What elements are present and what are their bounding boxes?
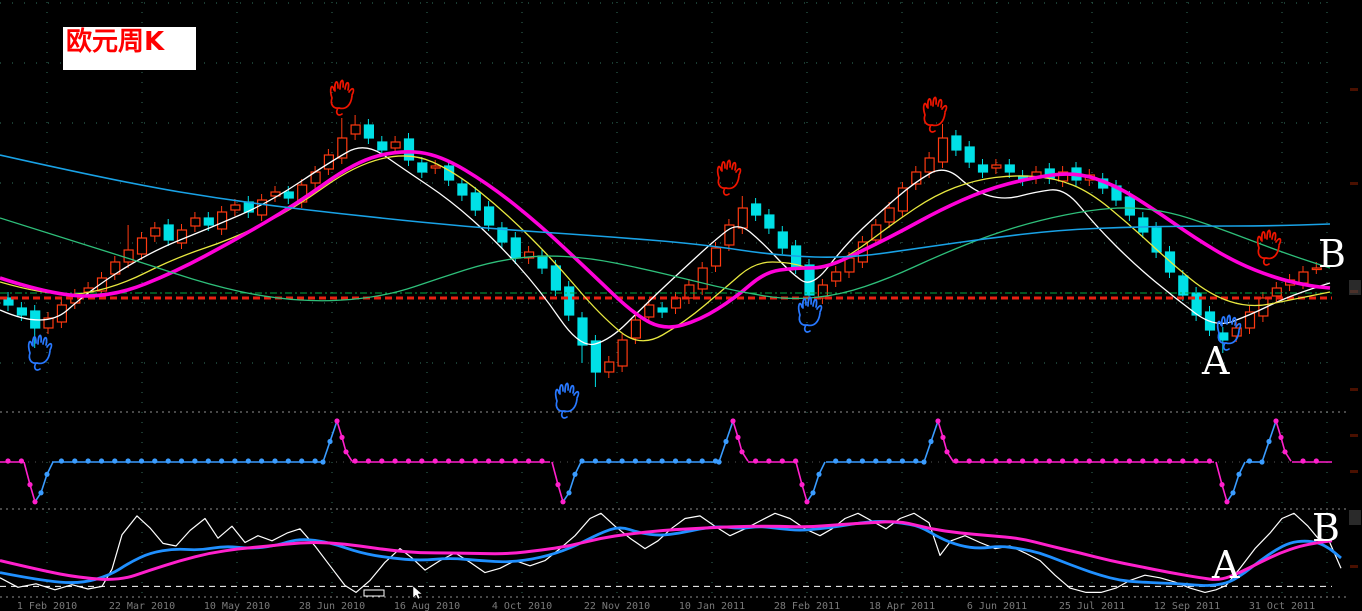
candle (991, 164, 1002, 169)
red-hand-signal-icon (716, 159, 742, 196)
candle (190, 217, 201, 227)
candle (977, 164, 989, 173)
letter-annotation-A: A (1211, 543, 1240, 587)
date-label: 22 Mar 2010 (109, 601, 175, 611)
candle (150, 227, 161, 237)
candle (1004, 164, 1015, 173)
candle (590, 340, 602, 373)
candle (951, 135, 962, 151)
annotations[interactable]: A B A B (27, 79, 1346, 587)
candle (1298, 271, 1309, 284)
date-label: 18 Apr 2011 (869, 601, 935, 611)
candle (363, 124, 374, 139)
date-label: 10 Jan 2011 (679, 601, 745, 611)
candle (123, 249, 134, 263)
candle (390, 141, 401, 149)
blue-hand-signal-icon (797, 296, 823, 333)
trading-chart-window: A B A B 1 Feb 2010 22 Mar 2010 10 May 2010 28 J… (0, 0, 1362, 611)
candle (457, 183, 468, 196)
date-label: 12 Sep 2011 (1154, 601, 1220, 611)
candle (430, 165, 441, 169)
candle (350, 124, 361, 135)
blue-hand-signal-icon (554, 382, 580, 419)
date-label: 28 Feb 2011 (774, 601, 840, 611)
candle (684, 284, 695, 299)
x-axis-date-labels: 1 Feb 2010 22 Mar 2010 10 May 2010 28 Jun 2… (17, 601, 1315, 611)
date-label: 10 May 2010 (204, 601, 270, 611)
candle (510, 237, 521, 259)
red-hand-signal-icon (329, 79, 355, 116)
date-label: 16 Aug 2010 (394, 601, 460, 611)
candle (884, 207, 895, 223)
candle (1178, 275, 1189, 296)
candle (163, 224, 174, 241)
right-edge-scale-marks (1349, 88, 1361, 568)
ma-fast-white (0, 147, 1331, 346)
date-label: 4 Oct 2010 (492, 601, 552, 611)
date-label: 1 Feb 2010 (17, 601, 77, 611)
date-label: 6 Jun 2011 (967, 601, 1027, 611)
chart-title-label[interactable]: 欧元周K (63, 27, 196, 70)
candle (710, 247, 722, 267)
red-hand-signal-icon (922, 96, 948, 133)
candle (417, 162, 428, 173)
candle (16, 307, 27, 316)
candle (537, 255, 548, 269)
candle (737, 207, 748, 229)
signal-panel[interactable] (0, 418, 1332, 505)
date-label: 28 Jun 2010 (299, 601, 365, 611)
date-label: 22 Nov 2010 (584, 601, 650, 611)
candle (550, 265, 562, 291)
candle (831, 271, 842, 282)
candle (564, 286, 575, 316)
candle (470, 192, 481, 211)
candle (924, 157, 935, 173)
candle (964, 146, 975, 163)
ma-mid-magenta (0, 149, 1331, 329)
candle (657, 307, 668, 313)
candle (1151, 227, 1162, 253)
candle (230, 204, 241, 211)
price-panel[interactable] (0, 115, 1332, 387)
candle (283, 191, 294, 199)
ma-yellow (0, 155, 1331, 342)
letter-annotation-B: B (1318, 232, 1346, 276)
letter-annotation-A: A (1201, 339, 1230, 383)
candle (1124, 196, 1136, 216)
blue-hand-signal-icon (27, 334, 53, 371)
candle (764, 214, 775, 229)
candle (777, 231, 788, 249)
candle (577, 317, 588, 346)
candle (484, 206, 495, 226)
candle (617, 339, 628, 367)
chart-title-text: 欧元周K (66, 27, 165, 57)
candlestick-chart-canvas[interactable]: A B A B 1 Feb 2010 22 Mar 2010 10 May 2010 28 J… (0, 0, 1362, 611)
candle (1271, 287, 1282, 297)
candle (1138, 217, 1149, 233)
candle (604, 361, 615, 373)
candle (750, 203, 762, 216)
candle (644, 304, 655, 318)
oscillator-panel[interactable] (0, 512, 1342, 593)
letter-annotation-B: B (1312, 506, 1340, 550)
date-label: 25 Jul 2011 (1059, 601, 1125, 611)
candle (937, 137, 949, 163)
date-label: 31 Oct 2011 (1249, 601, 1315, 611)
oscillator-fast-white (0, 512, 1342, 593)
candle (897, 187, 909, 212)
candle (377, 141, 388, 151)
candle (136, 237, 148, 255)
candle (203, 217, 214, 226)
candle (630, 319, 642, 339)
candle (217, 211, 228, 230)
candle (697, 267, 708, 290)
